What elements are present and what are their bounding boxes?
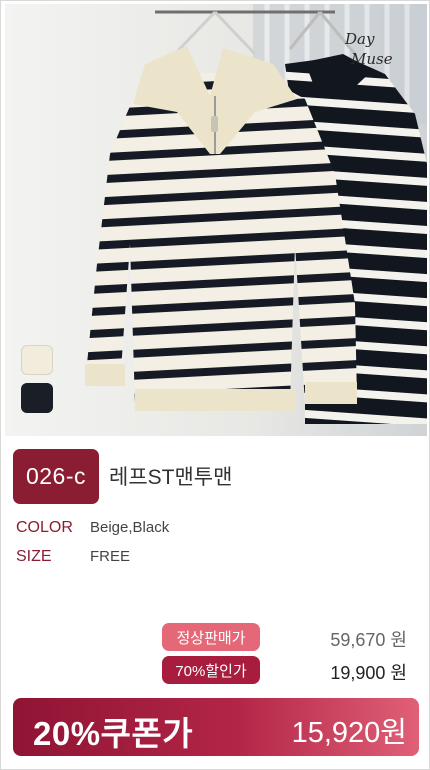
watermark-day: Day <box>344 30 375 48</box>
coupon-label: 20%쿠폰가 <box>33 715 194 752</box>
product-photo-illustration: Day Muse <box>5 4 427 436</box>
watermark-muse: Muse <box>350 50 393 68</box>
coupon-price: 15,920원 <box>291 717 407 749</box>
size-value: FREE <box>90 548 131 565</box>
product-card[interactable]: Day Muse 026-c 레프ST맨투맨 COLOR Beige,Black… <box>0 0 430 770</box>
color-label: COLOR <box>16 519 73 536</box>
product-name[interactable]: 레프ST맨투맨 <box>109 461 232 491</box>
product-code-badge: 026-c <box>13 449 99 504</box>
regular-price-tag: 정상판매가 <box>162 623 260 651</box>
color-swatch-black[interactable] <box>21 383 53 413</box>
product-photo[interactable]: Day Muse <box>5 4 427 436</box>
discount-price: 19,900 원 <box>330 663 407 683</box>
size-label: SIZE <box>16 548 52 565</box>
color-value: Beige,Black <box>90 519 170 536</box>
color-swatch-beige[interactable] <box>21 345 53 375</box>
discount-price-tag: 70%할인가 <box>162 656 260 684</box>
coupon-banner[interactable]: 20%쿠폰가 15,920원 <box>13 698 419 756</box>
regular-price: 59,670 원 <box>330 630 407 650</box>
